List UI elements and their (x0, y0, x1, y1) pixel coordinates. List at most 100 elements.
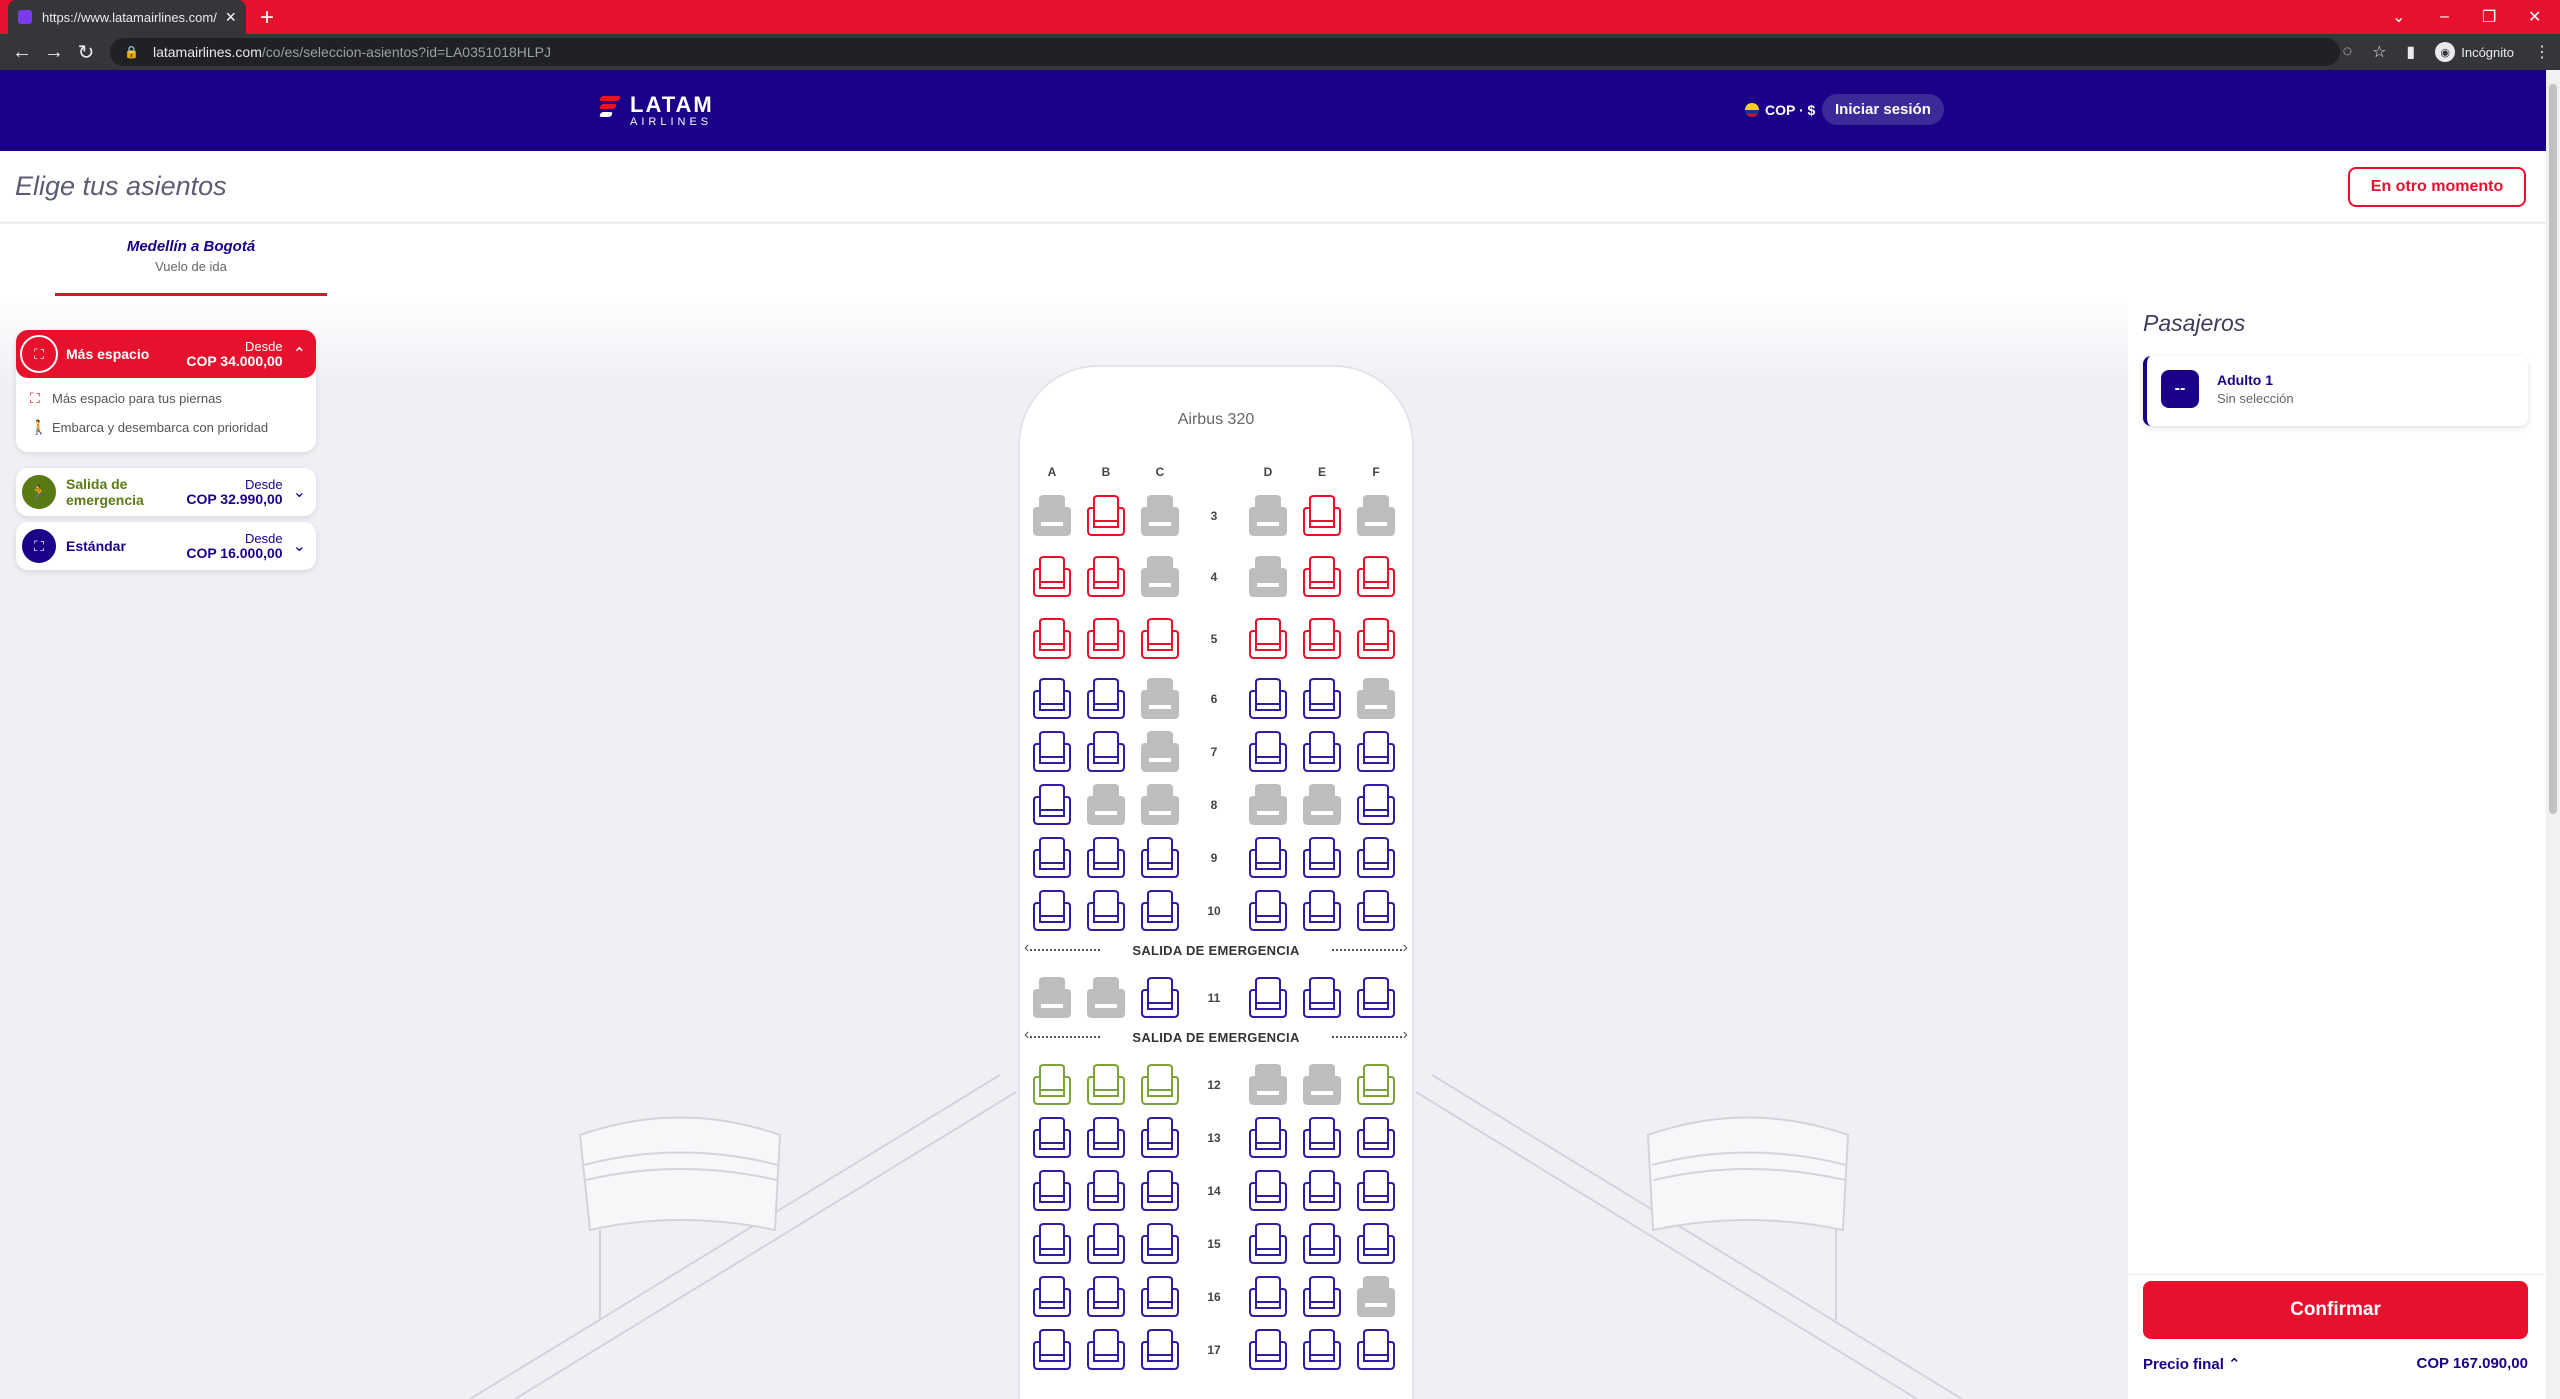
seat-5d[interactable] (1248, 618, 1288, 660)
seat-10b[interactable] (1086, 890, 1126, 932)
seat-7b[interactable] (1086, 731, 1126, 773)
later-button[interactable]: En otro momento (2348, 167, 2526, 207)
seat-14d[interactable] (1248, 1170, 1288, 1212)
seat-13c[interactable] (1140, 1117, 1180, 1159)
seat-4c (1140, 556, 1180, 598)
seat-icon (1303, 1170, 1341, 1211)
seat-16b[interactable] (1086, 1276, 1126, 1318)
seat-10f[interactable] (1356, 890, 1396, 932)
minimize-icon[interactable]: – (2440, 0, 2449, 34)
scrollbar-thumb[interactable] (2549, 84, 2557, 814)
seat-14b[interactable] (1086, 1170, 1126, 1212)
seat-7d[interactable] (1248, 731, 1288, 773)
seat-13b[interactable] (1086, 1117, 1126, 1159)
seat-12f[interactable] (1356, 1064, 1396, 1106)
seat-5e[interactable] (1302, 618, 1342, 660)
seat-8a[interactable] (1032, 784, 1072, 826)
seat-14e[interactable] (1302, 1170, 1342, 1212)
cabin-option-header[interactable]: ⛶ Estándar Desde COP 16.000,00 ⌄ (16, 522, 316, 570)
seat-11c[interactable] (1140, 977, 1180, 1019)
seat-8f[interactable] (1356, 784, 1396, 826)
seat-15e[interactable] (1302, 1223, 1342, 1265)
seat-17b[interactable] (1086, 1329, 1126, 1371)
seat-4a[interactable] (1032, 556, 1072, 598)
seat-16d[interactable] (1248, 1276, 1288, 1318)
menu-icon[interactable]: ⋮ (2534, 42, 2550, 62)
seat-10e[interactable] (1302, 890, 1342, 932)
seat-15d[interactable] (1248, 1223, 1288, 1265)
profile-button[interactable]: ◉ Incógnito (2435, 42, 2514, 62)
seat-17e[interactable] (1302, 1329, 1342, 1371)
seat-14f[interactable] (1356, 1170, 1396, 1212)
cabin-option-salida-emergencia[interactable]: 🏃 Salida de emergencia Desde COP 32.990,00 ⌄ (16, 468, 316, 516)
seat-15b[interactable] (1086, 1223, 1126, 1265)
seat-icon (1249, 890, 1287, 931)
seat-15a[interactable] (1032, 1223, 1072, 1265)
final-price-toggle[interactable]: Precio final ⌃ (2143, 1355, 2241, 1373)
side-panel-icon[interactable]: ▮ (2406, 42, 2415, 62)
seat-11d[interactable] (1248, 977, 1288, 1019)
eye-off-icon[interactable]: ◌ (2343, 43, 2353, 61)
seat-14a[interactable] (1032, 1170, 1072, 1212)
seat-6b[interactable] (1086, 678, 1126, 720)
seat-5a[interactable] (1032, 618, 1072, 660)
seat-9e[interactable] (1302, 837, 1342, 879)
cabin-name: Salida de emergencia (66, 476, 144, 508)
passenger-card[interactable]: -- Adulto 1 Sin selección (2143, 356, 2528, 426)
seat-16e[interactable] (1302, 1276, 1342, 1318)
seat-10c[interactable] (1140, 890, 1180, 932)
seat-6e[interactable] (1302, 678, 1342, 720)
seat-icon (1033, 890, 1071, 931)
seat-14c[interactable] (1140, 1170, 1180, 1212)
seat-4b[interactable] (1086, 556, 1126, 598)
seat-3e[interactable] (1302, 495, 1342, 537)
tab-search-icon[interactable]: ⌄ (2392, 0, 2405, 34)
seat-5c[interactable] (1140, 618, 1180, 660)
seat-16c[interactable] (1140, 1276, 1180, 1318)
seat-11e[interactable] (1302, 977, 1342, 1019)
seat-13e[interactable] (1302, 1117, 1342, 1159)
seat-13f[interactable] (1356, 1117, 1396, 1159)
seat-17c[interactable] (1140, 1329, 1180, 1371)
seat-9c[interactable] (1140, 837, 1180, 879)
seat-6a[interactable] (1032, 678, 1072, 720)
feature-text: Más espacio para tus piernas (52, 391, 222, 406)
confirm-button[interactable]: Confirmar (2143, 1281, 2528, 1339)
seat-10a[interactable] (1032, 890, 1072, 932)
seat-9a[interactable] (1032, 837, 1072, 879)
seat-12c[interactable] (1140, 1064, 1180, 1106)
seat-17d[interactable] (1248, 1329, 1288, 1371)
seat-12a[interactable] (1032, 1064, 1072, 1106)
seat-6d[interactable] (1248, 678, 1288, 720)
close-window-icon[interactable]: ✕ (2528, 0, 2541, 34)
seat-5b[interactable] (1086, 618, 1126, 660)
seat-9b[interactable] (1086, 837, 1126, 879)
seat-8e (1302, 784, 1342, 826)
bookmark-star-icon[interactable]: ☆ (2372, 42, 2386, 62)
cabin-option-estandar[interactable]: ⛶ Estándar Desde COP 16.000,00 ⌄ (16, 522, 316, 570)
seat-7a[interactable] (1032, 731, 1072, 773)
seat-10d[interactable] (1248, 890, 1288, 932)
cabin-option-header[interactable]: ⛶ Más espacio Desde COP 34.000,00 ⌃ (16, 330, 316, 378)
cabin-option-mas-espacio[interactable]: ⛶ Más espacio Desde COP 34.000,00 ⌃ ⛶ Más espa… (16, 330, 316, 452)
seat-3b[interactable] (1086, 495, 1126, 537)
seat-16a[interactable] (1032, 1276, 1072, 1318)
seat-9f[interactable] (1356, 837, 1396, 879)
seat-13a[interactable] (1032, 1117, 1072, 1159)
seat-5f[interactable] (1356, 618, 1396, 660)
seat-11f[interactable] (1356, 977, 1396, 1019)
restore-icon[interactable]: ❐ (2482, 0, 2496, 34)
seat-9d[interactable] (1248, 837, 1288, 879)
seat-7e[interactable] (1302, 731, 1342, 773)
seat-7f[interactable] (1356, 731, 1396, 773)
seat-13d[interactable] (1248, 1117, 1288, 1159)
seat-17a[interactable] (1032, 1329, 1072, 1371)
seat-4e[interactable] (1302, 556, 1342, 598)
seat-4f[interactable] (1356, 556, 1396, 598)
page-scrollbar[interactable] (2546, 70, 2560, 1399)
cabin-option-header[interactable]: 🏃 Salida de emergencia Desde COP 32.990,00 ⌄ (16, 468, 316, 516)
seat-15f[interactable] (1356, 1223, 1396, 1265)
seat-15c[interactable] (1140, 1223, 1180, 1265)
seat-17f[interactable] (1356, 1329, 1396, 1371)
seat-12b[interactable] (1086, 1064, 1126, 1106)
